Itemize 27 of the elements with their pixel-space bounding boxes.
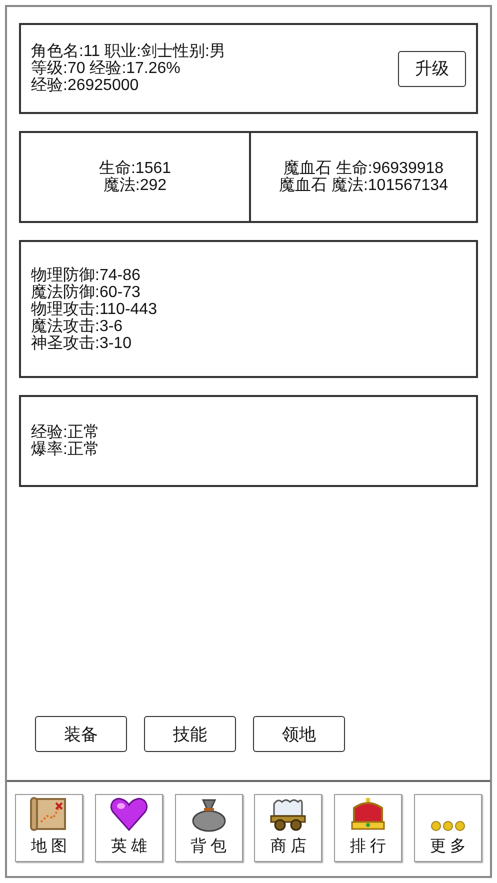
nav-button[interactable]: 商店: [254, 794, 322, 862]
profile-text: 等级:70 经验:17.26%: [31, 60, 182, 77]
vital-text: 生命:1561: [98, 160, 172, 177]
attribute-text: 物理攻击:110-443: [31, 300, 158, 318]
upgrade-button[interactable]: 升级: [398, 50, 466, 86]
nav-button[interactable]: 更多: [414, 794, 482, 862]
profile-text: 经验:26925000: [31, 77, 140, 94]
nav-button[interactable]: 英雄: [94, 794, 163, 862]
heart-icon: [108, 796, 149, 832]
attribute-text: 神圣攻击:3-10: [31, 334, 132, 352]
action-button[interactable]: 技能: [144, 716, 236, 752]
wagon-icon: [268, 796, 308, 832]
action-button[interactable]: 领地: [253, 716, 345, 752]
map-icon: [29, 796, 69, 832]
vital-text: 魔法:292: [103, 177, 167, 194]
nav-button[interactable]: 排行: [334, 794, 402, 862]
stone-text: 魔血石 生命:96939918: [283, 160, 444, 177]
attribute-text: 魔法攻击:3-6: [31, 318, 124, 334]
attribute-text: 物理防御:74-86: [31, 266, 142, 284]
action-button[interactable]: 装备: [35, 716, 127, 752]
rate-text: 爆率:正常: [31, 441, 100, 458]
nav-button[interactable]: 背包: [174, 794, 243, 862]
rate-text: 经验:正常: [31, 424, 100, 441]
nav-button[interactable]: 地图: [15, 794, 83, 862]
profile-text: 角色名:11 职业:剑士性别:男: [31, 43, 226, 60]
stone-text: 魔血石 魔法:101567134: [279, 177, 448, 194]
attribute-text: 魔法防御:60-73: [31, 284, 142, 300]
